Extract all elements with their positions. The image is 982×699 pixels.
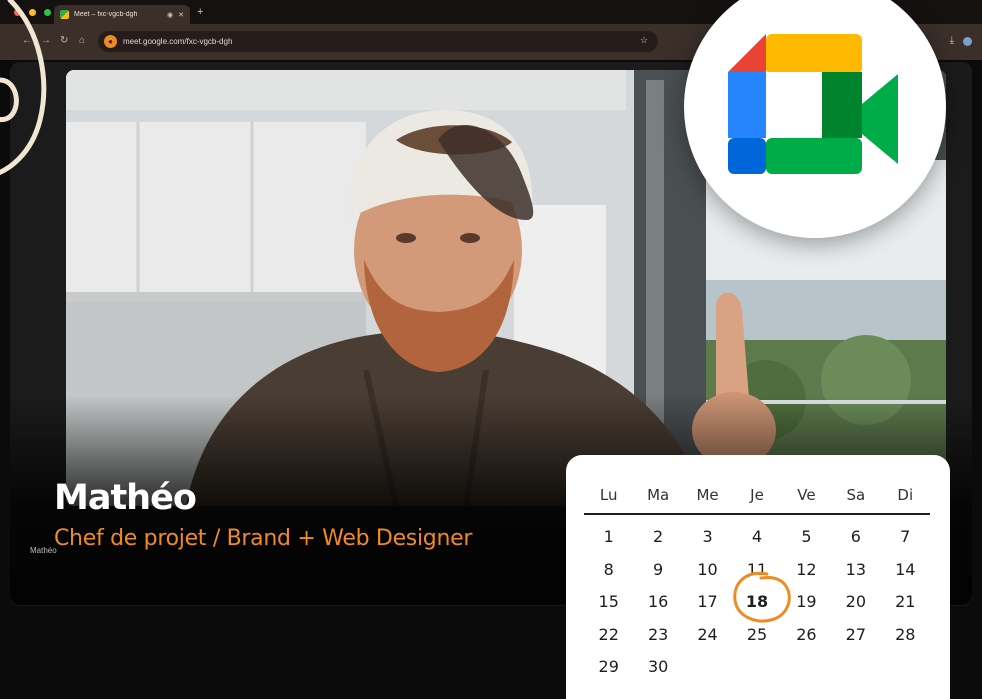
person-name: Mathéo: [54, 478, 197, 518]
calendar-day[interactable]: 16: [633, 586, 682, 619]
star-icon[interactable]: ☆: [640, 35, 648, 46]
weekday-label: Ma: [647, 486, 670, 504]
url-text: meet.google.com/fxc-vgcb-dgh: [123, 37, 233, 46]
calendar-day[interactable]: 15: [584, 586, 633, 619]
weekday-label: Sa: [846, 486, 866, 504]
site-icon[interactable]: ●: [104, 35, 117, 48]
calendar-day[interactable]: 17: [683, 586, 732, 619]
decorative-swirl: [0, 0, 47, 175]
calendar-day[interactable]: 7: [881, 521, 930, 554]
calendar-day[interactable]: 30: [633, 651, 682, 684]
calendar-divider: [584, 513, 930, 515]
calendar-day[interactable]: 3: [683, 521, 732, 554]
calendar-day[interactable]: 24: [683, 619, 732, 652]
weekday-label: Di: [897, 486, 914, 504]
participant-tile-name: Mathéo: [30, 546, 57, 555]
calendar-day[interactable]: 20: [831, 586, 880, 619]
new-tab-button[interactable]: +: [197, 6, 203, 18]
weekday-label: Lu: [599, 486, 618, 504]
calendar-day[interactable]: 4: [732, 521, 781, 554]
weekday-label: Ve: [797, 486, 816, 504]
calendar-day[interactable]: 21: [881, 586, 930, 619]
calendar-day[interactable]: 28: [881, 619, 930, 652]
person-role: Chef de projet / Brand + Web Designer: [54, 526, 473, 551]
calendar-day[interactable]: 6: [831, 521, 880, 554]
highlight-ring-icon: [733, 571, 791, 623]
close-tab-icon[interactable]: ✕: [178, 11, 184, 19]
calendar-day[interactable]: 13: [831, 554, 880, 587]
tab-title: Meet – fxc-vgcb-dgh: [74, 11, 138, 18]
profile-avatar[interactable]: [963, 37, 972, 46]
calendar-day[interactable]: 23: [633, 619, 682, 652]
calendar-day[interactable]: 22: [584, 619, 633, 652]
calendar-day[interactable]: 14: [881, 554, 930, 587]
calendar-day[interactable]: 27: [831, 619, 880, 652]
calendar-day[interactable]: 1: [584, 521, 633, 554]
home-icon[interactable]: ⌂: [79, 35, 85, 46]
weekday-label: Je: [750, 486, 764, 504]
calendar-day[interactable]: 9: [633, 554, 682, 587]
calendar-weekdays: Lu Ma Me Je Ve Sa Di: [584, 485, 930, 505]
download-icon[interactable]: ⤓: [950, 35, 954, 46]
weekday-label: Me: [696, 486, 719, 504]
calendar-day[interactable]: 2: [633, 521, 682, 554]
audio-icon[interactable]: ◉: [167, 11, 173, 19]
address-bar[interactable]: ● meet.google.com/fxc-vgcb-dgh ☆: [98, 31, 658, 52]
calendar-day[interactable]: 29: [584, 651, 633, 684]
google-meet-logo: [728, 34, 898, 174]
calendar-day[interactable]: 10: [683, 554, 732, 587]
browser-tab[interactable]: Meet – fxc-vgcb-dgh ◉ ✕: [54, 5, 190, 24]
calendar-day[interactable]: 5: [782, 521, 831, 554]
calendar-day[interactable]: 8: [584, 554, 633, 587]
